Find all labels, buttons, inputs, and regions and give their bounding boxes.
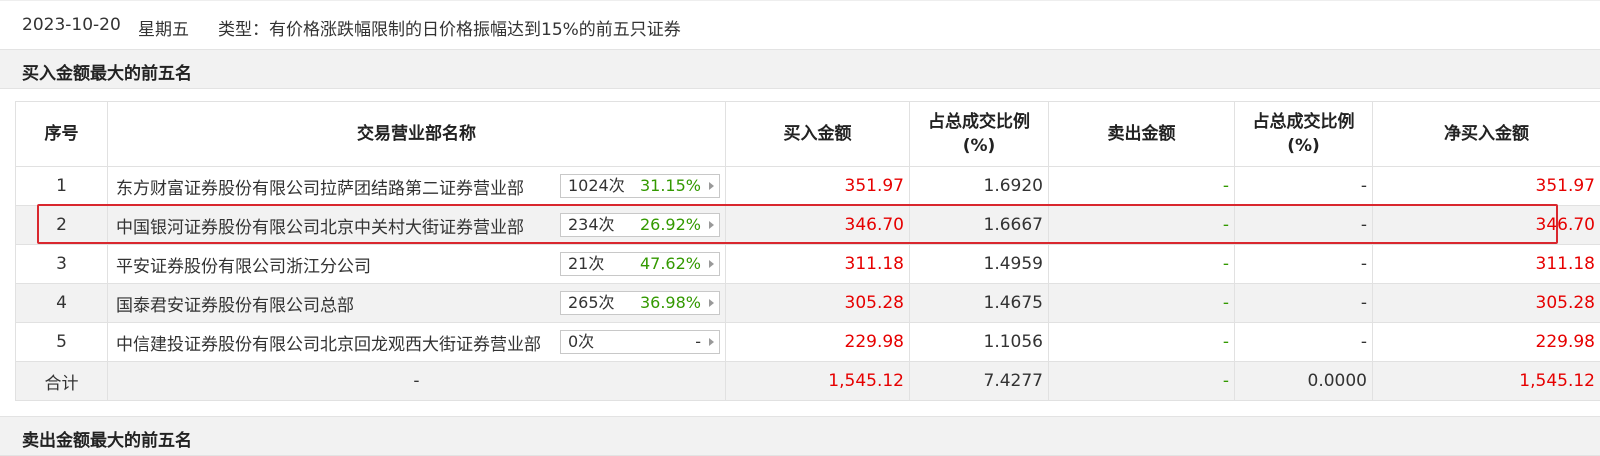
- type-text: 类型：有价格涨跌幅限制的日价格振幅达到15%的前五只证券: [218, 15, 681, 40]
- row-sell-ratio: -: [1235, 206, 1373, 245]
- stats-badge[interactable]: 265次 36.98%: [560, 291, 720, 315]
- total-row: 合计 - 1,545.12 7.4277 - 0.0000 1,545.12: [16, 362, 1600, 401]
- row-name-cell: 平安证券股份有限公司浙江分公司 21次 47.62%: [108, 245, 726, 284]
- sell-section-header: 卖出金额最大的前五名: [0, 416, 1600, 456]
- row-sell-ratio: -: [1235, 167, 1373, 206]
- col-header-name[interactable]: 交易营业部名称: [108, 102, 726, 167]
- branch-name-link[interactable]: 中国银河证券股份有限公司北京中关村大街证券营业部: [116, 218, 524, 238]
- row-buy: 305.28: [726, 284, 910, 323]
- count-text: 0次: [568, 331, 594, 353]
- buy-section-title: 买入金额最大的前五名: [22, 59, 192, 84]
- row-net: 346.70: [1373, 206, 1600, 245]
- row-buy: 351.97: [726, 167, 910, 206]
- total-buy-ratio: 7.4277: [910, 362, 1049, 401]
- row-sell: -: [1049, 245, 1235, 284]
- row-net: 351.97: [1373, 167, 1600, 206]
- caret-right-icon: [709, 299, 714, 307]
- col-header-sell[interactable]: 卖出金额: [1049, 102, 1235, 167]
- caret-right-icon: [709, 221, 714, 229]
- info-line: 2023-10-20 星期五 类型：有价格涨跌幅限制的日价格振幅达到15%的前五…: [0, 0, 1600, 54]
- table-row: 4 国泰君安证券股份有限公司总部 265次 36.98% 305.28 1.46…: [16, 284, 1600, 323]
- row-buy-ratio: 1.1056: [910, 323, 1049, 362]
- rate-text: 47.62%: [640, 253, 701, 275]
- sell-section-title: 卖出金额最大的前五名: [22, 426, 192, 451]
- branch-name-link[interactable]: 东方财富证券股份有限公司拉萨团结路第二证券营业部: [116, 179, 524, 199]
- row-buy-ratio: 1.4675: [910, 284, 1049, 323]
- buy-table-wrap: 序号 交易营业部名称 买入金额 占总成交比例 (%) 卖出金额 占总成交比例 (…: [15, 101, 1600, 403]
- row-sell: -: [1049, 323, 1235, 362]
- rate-text: -: [695, 331, 701, 353]
- caret-right-icon: [709, 338, 714, 346]
- count-text: 21次: [568, 253, 604, 275]
- table-header-row: 序号 交易营业部名称 买入金额 占总成交比例 (%) 卖出金额 占总成交比例 (…: [16, 102, 1600, 167]
- date-text: 2023-10-20: [22, 15, 121, 35]
- caret-right-icon: [709, 182, 714, 190]
- row-net: 305.28: [1373, 284, 1600, 323]
- row-sell-ratio: -: [1235, 245, 1373, 284]
- row-net: 229.98: [1373, 323, 1600, 362]
- total-name: -: [108, 362, 726, 401]
- row-seq: 2: [16, 206, 108, 245]
- branch-name-link[interactable]: 国泰君安证券股份有限公司总部: [116, 296, 354, 316]
- row-buy-ratio: 1.4959: [910, 245, 1049, 284]
- row-net: 311.18: [1373, 245, 1600, 284]
- col-header-buy[interactable]: 买入金额: [726, 102, 910, 167]
- total-buy: 1,545.12: [726, 362, 910, 401]
- table-row: 5 中信建投证券股份有限公司北京回龙观西大街证券营业部 0次 - 229.98 …: [16, 323, 1600, 362]
- count-text: 1024次: [568, 175, 625, 197]
- col-header-buy-ratio[interactable]: 占总成交比例 (%): [910, 102, 1049, 167]
- stats-badge[interactable]: 1024次 31.15%: [560, 174, 720, 198]
- table-row: 2 中国银河证券股份有限公司北京中关村大街证券营业部 234次 26.92% 3…: [16, 206, 1600, 245]
- total-sell: -: [1049, 362, 1235, 401]
- table-row: 3 平安证券股份有限公司浙江分公司 21次 47.62% 311.18 1.49…: [16, 245, 1600, 284]
- count-text: 234次: [568, 214, 615, 236]
- row-name-cell: 东方财富证券股份有限公司拉萨团结路第二证券营业部 1024次 31.15%: [108, 167, 726, 206]
- total-sell-ratio: 0.0000: [1235, 362, 1373, 401]
- caret-right-icon: [709, 260, 714, 268]
- buy-table: 序号 交易营业部名称 买入金额 占总成交比例 (%) 卖出金额 占总成交比例 (…: [15, 101, 1600, 401]
- col-header-sell-ratio[interactable]: 占总成交比例 (%): [1235, 102, 1373, 167]
- row-seq: 3: [16, 245, 108, 284]
- stats-badge[interactable]: 234次 26.92%: [560, 213, 720, 237]
- row-sell: -: [1049, 167, 1235, 206]
- row-buy-ratio: 1.6920: [910, 167, 1049, 206]
- stats-badge[interactable]: 21次 47.62%: [560, 252, 720, 276]
- rate-text: 36.98%: [640, 292, 701, 314]
- row-name-cell: 国泰君安证券股份有限公司总部 265次 36.98%: [108, 284, 726, 323]
- stats-badge[interactable]: 0次 -: [560, 330, 720, 354]
- weekday-text: 星期五: [138, 15, 189, 40]
- row-name-cell: 中国银河证券股份有限公司北京中关村大街证券营业部 234次 26.92%: [108, 206, 726, 245]
- branch-name-link[interactable]: 平安证券股份有限公司浙江分公司: [116, 257, 371, 277]
- col-header-net[interactable]: 净买入金额: [1373, 102, 1600, 167]
- col-header-seq[interactable]: 序号: [16, 102, 108, 167]
- table-row: 1 东方财富证券股份有限公司拉萨团结路第二证券营业部 1024次 31.15% …: [16, 167, 1600, 206]
- rate-text: 26.92%: [640, 214, 701, 236]
- row-sell-ratio: -: [1235, 284, 1373, 323]
- total-label: 合计: [16, 362, 108, 401]
- row-seq: 4: [16, 284, 108, 323]
- branch-name-link[interactable]: 中信建投证券股份有限公司北京回龙观西大街证券营业部: [116, 335, 541, 355]
- buy-section-header: 买入金额最大的前五名: [0, 49, 1600, 89]
- row-name-cell: 中信建投证券股份有限公司北京回龙观西大街证券营业部 0次 -: [108, 323, 726, 362]
- row-seq: 1: [16, 167, 108, 206]
- total-net: 1,545.12: [1373, 362, 1600, 401]
- row-sell-ratio: -: [1235, 323, 1373, 362]
- row-seq: 5: [16, 323, 108, 362]
- row-sell: -: [1049, 206, 1235, 245]
- rate-text: 31.15%: [640, 175, 701, 197]
- count-text: 265次: [568, 292, 615, 314]
- row-buy: 346.70: [726, 206, 910, 245]
- row-buy-ratio: 1.6667: [910, 206, 1049, 245]
- row-sell: -: [1049, 284, 1235, 323]
- row-buy: 311.18: [726, 245, 910, 284]
- row-buy: 229.98: [726, 323, 910, 362]
